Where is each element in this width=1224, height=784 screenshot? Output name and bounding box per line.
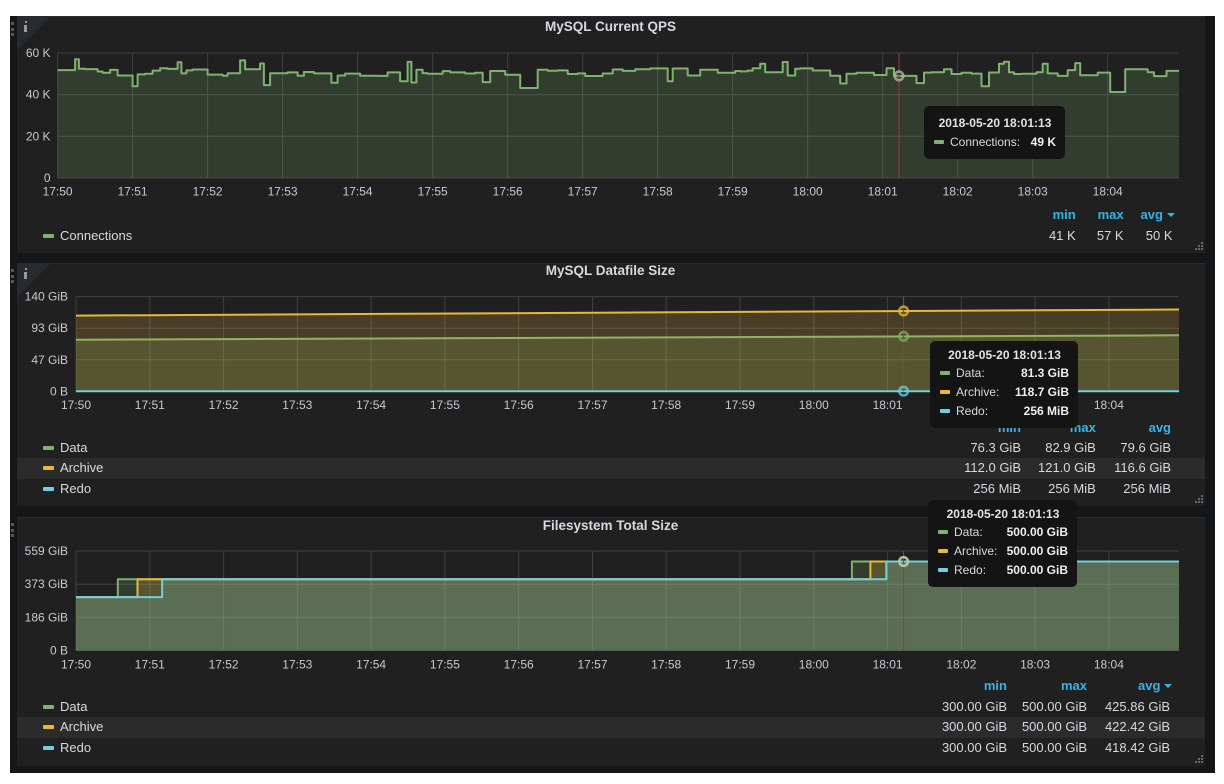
svg-text:17:51: 17:51 [135,658,165,672]
svg-text:18:01: 18:01 [873,658,903,672]
svg-text:17:53: 17:53 [282,658,312,672]
svg-text:17:56: 17:56 [504,658,534,672]
svg-text:18:03: 18:03 [1020,658,1050,672]
svg-text:17:50: 17:50 [61,658,91,672]
svg-text:17:58: 17:58 [651,658,681,672]
svg-text:17:59: 17:59 [725,658,755,672]
svg-text:17:52: 17:52 [209,658,239,672]
svg-text:373 GiB: 373 GiB [25,577,68,591]
svg-text:559 GiB: 559 GiB [25,544,68,558]
svg-text:17:54: 17:54 [356,658,386,672]
svg-text:17:55: 17:55 [430,658,460,672]
svg-text:18:02: 18:02 [946,658,976,672]
svg-text:18:00: 18:00 [799,658,829,672]
svg-text:18:04: 18:04 [1094,658,1124,672]
svg-text:186 GiB: 186 GiB [25,610,68,624]
svg-text:17:57: 17:57 [577,658,607,672]
svg-text:0 B: 0 B [50,644,68,658]
